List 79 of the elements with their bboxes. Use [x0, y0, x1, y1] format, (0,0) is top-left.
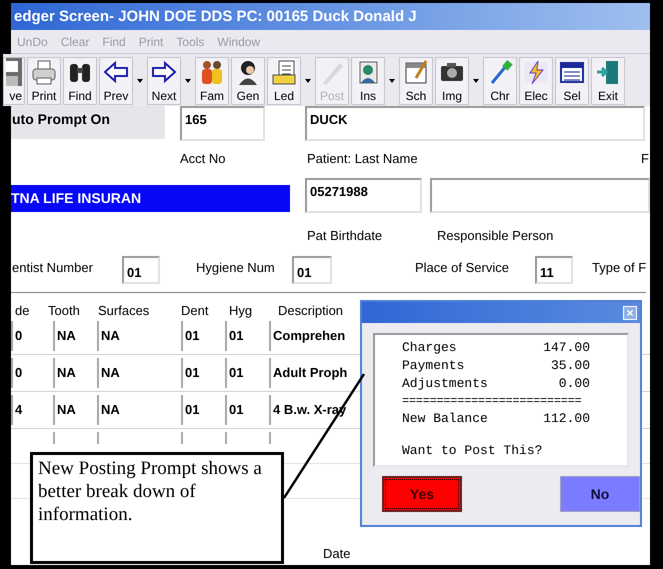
toolbar-button[interactable]: Chr	[483, 57, 517, 105]
summary-value: 112.00	[543, 410, 590, 428]
field-label: Hygiene Num	[196, 259, 276, 277]
field-label: Responsible Person	[437, 227, 554, 245]
caret-icon	[305, 79, 311, 83]
toolbar-button[interactable]: Find	[63, 57, 97, 105]
table-cell: 01	[181, 395, 225, 425]
column-header: Tooth	[48, 302, 80, 320]
summary-value: 35.00	[550, 357, 590, 375]
summary-label: New Balance	[402, 410, 488, 428]
toolbar-button[interactable]: Prev	[99, 57, 133, 105]
printer-icon	[30, 58, 58, 86]
table-cell: 01	[181, 358, 225, 388]
lightning-icon	[522, 58, 550, 86]
toolbar-button[interactable]: Elec	[519, 57, 553, 105]
toolbar-button[interactable]: Exit	[591, 57, 625, 105]
table-cell: NA	[53, 395, 97, 425]
table-cell: NA	[97, 395, 181, 425]
input-field[interactable]: 11	[535, 256, 573, 284]
right-arrow-icon	[150, 58, 178, 86]
field-label: Patient: Last Name	[307, 150, 419, 168]
column-header: Hyg	[229, 302, 252, 320]
toolbar-button[interactable]: Sel	[555, 57, 589, 105]
column-header: de	[15, 302, 30, 320]
toolbar-button[interactable]: Ins	[351, 57, 385, 105]
toolbar-button[interactable]: Fam	[195, 57, 229, 105]
table-cell: 0	[11, 321, 53, 351]
toolbar-button[interactable]: Sch	[399, 57, 433, 105]
table-cell: NA	[97, 358, 181, 388]
input-field[interactable]: DUCK	[305, 106, 645, 141]
input-field[interactable]	[430, 178, 650, 213]
input-field[interactable]: 05271988	[305, 178, 422, 213]
input-field[interactable]: 165	[180, 106, 265, 141]
callout-note: New Posting Prompt shows a better break down of information.	[30, 452, 284, 564]
field-label: Date	[323, 544, 350, 562]
table-cell: 0	[11, 358, 53, 388]
field-label: Place of Service	[415, 259, 510, 277]
title-bar: edger Screen- JOHN DOE DDS PC: 00165 Duck Donald J	[11, 3, 650, 30]
toolbar-button[interactable]: Print	[27, 57, 61, 105]
no-button[interactable]: No	[560, 476, 640, 512]
table-cell: 01	[225, 358, 269, 388]
toolbar-button[interactable]: Next	[147, 57, 181, 105]
caret-icon	[185, 79, 191, 83]
input-field[interactable]: 01	[122, 256, 160, 284]
document-icon	[270, 58, 298, 86]
table-cell: NA	[53, 321, 97, 351]
caret-icon	[389, 79, 395, 83]
column-header: Description	[278, 302, 344, 320]
table-cell: 4	[11, 395, 53, 425]
table-cell: 01	[225, 395, 269, 425]
field-label: entist Number	[12, 259, 94, 277]
table-cell: NA	[53, 358, 97, 388]
left-arrow-icon	[102, 58, 130, 86]
caret-icon	[137, 79, 143, 83]
table-cell: NA	[97, 321, 181, 351]
yes-button[interactable]: Yes	[382, 476, 462, 512]
field-label: F	[641, 150, 649, 168]
prompt-text: Want to Post This?	[402, 442, 544, 460]
summary-label: Adjustments	[402, 375, 488, 393]
table-cell: 01	[181, 321, 225, 351]
status-label: uto Prompt On	[11, 106, 165, 139]
column-header: Dent	[181, 302, 208, 320]
field-label: Pat Birthdate	[307, 227, 384, 245]
toolbar-button[interactable]: Img	[435, 57, 469, 105]
input-field[interactable]: 01	[292, 256, 332, 284]
field-label: Acct No	[180, 150, 227, 168]
summary-label: Payments	[402, 357, 464, 375]
separator-line: ==========================	[402, 393, 582, 410]
table-cell: 01	[225, 321, 269, 351]
caret-icon	[473, 79, 479, 83]
column-header: Surfaces	[98, 302, 150, 320]
summary-value: 147.00	[543, 339, 590, 357]
toolbar-button[interactable]: ve	[3, 57, 25, 105]
toolbar-button[interactable]: Led	[267, 57, 301, 105]
summary-value: 0.00	[558, 375, 590, 393]
field-label: Type of F	[592, 259, 646, 277]
insurance-bar: TNA LIFE INSURAN	[11, 185, 290, 212]
toolbar-button[interactable]: Gen	[231, 57, 265, 105]
summary-label: Charges	[402, 339, 457, 357]
